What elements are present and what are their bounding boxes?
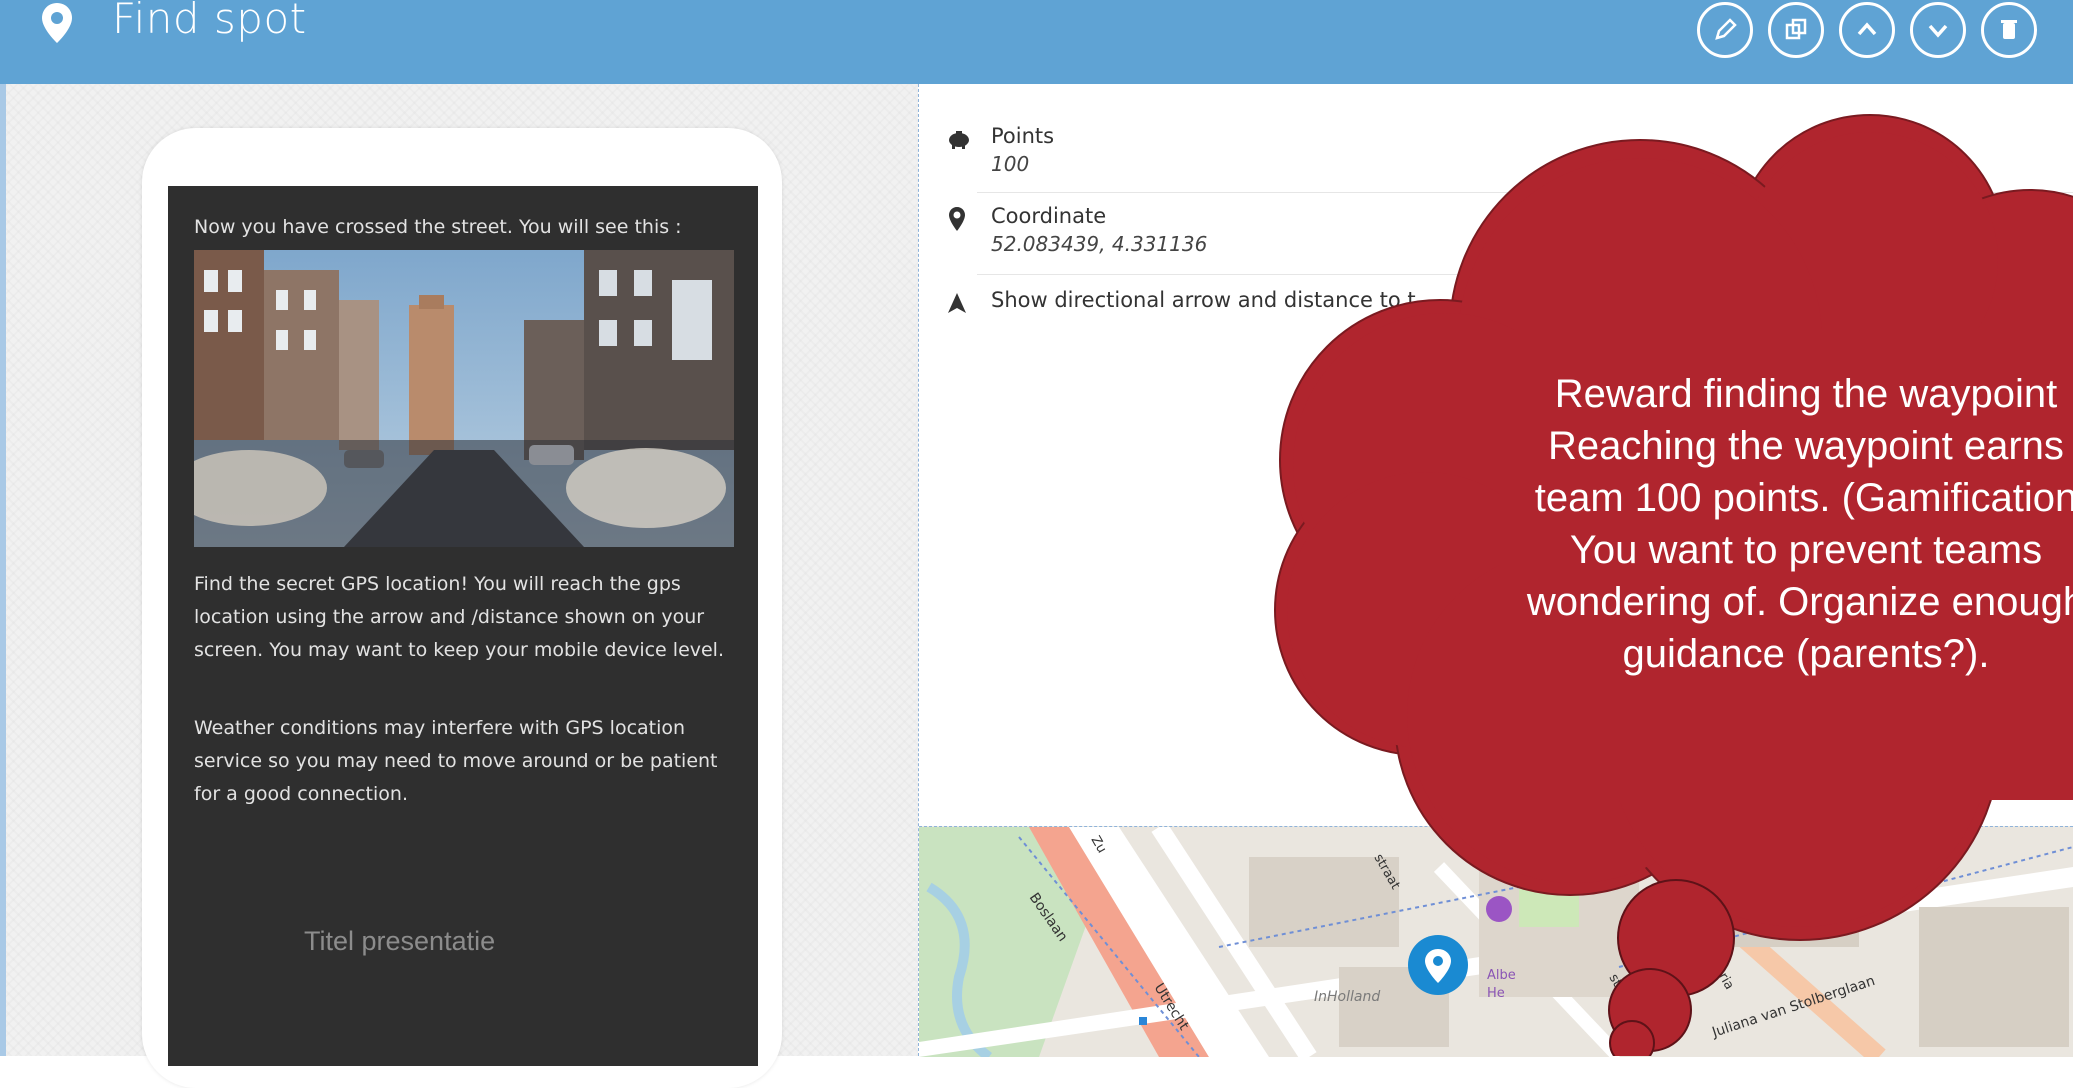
coordinate-label: Coordinate	[991, 204, 1107, 228]
map-marker-icon	[1408, 935, 1468, 995]
points-value: 100	[991, 152, 1030, 176]
piggy-bank-icon	[949, 131, 969, 149]
move-up-button[interactable]	[1839, 2, 1895, 58]
navigation-arrow-icon	[948, 293, 966, 313]
map-label: InHolland	[1314, 989, 1380, 1005]
location-map[interactable]: Boslaan Utrecht InHolland Albe He Julian…	[919, 826, 2073, 1057]
map-pin-icon	[949, 207, 965, 231]
intro-text: Now you have crossed the street. You wil…	[194, 216, 682, 238]
delete-button[interactable]	[1981, 2, 2037, 58]
trash-icon	[2001, 20, 2017, 39]
pencil-icon	[1715, 18, 1737, 40]
points-label: Points	[991, 124, 1055, 148]
divider	[977, 192, 2073, 193]
instructions-paragraph: Find the secret GPS location! You will r…	[194, 573, 725, 661]
chevron-up-icon	[1857, 22, 1877, 36]
street-photo	[194, 250, 734, 547]
chevron-down-icon	[1928, 24, 1948, 38]
phone-screen: Now you have crossed the street. You wil…	[168, 186, 758, 1066]
panel-edge	[0, 84, 6, 1056]
page-title: Find spot	[112, 0, 307, 43]
map-pin-icon	[42, 3, 72, 43]
divider	[977, 274, 2073, 275]
header-bar: Find spot	[0, 0, 2073, 84]
arrow-label: Show directional arrow and distance to t	[991, 288, 1416, 312]
map-label: Albe	[1487, 968, 1516, 983]
move-down-button[interactable]	[1910, 2, 1966, 58]
presentation-title: Titel presentatie	[304, 926, 496, 956]
weather-paragraph: Weather conditions may interfere with GP…	[194, 717, 718, 805]
copy-icon	[1785, 18, 1807, 40]
map-label: He	[1487, 986, 1505, 1001]
coordinate-value: 52.083439, 4.331136	[991, 232, 1208, 256]
edit-button[interactable]	[1697, 2, 1753, 58]
duplicate-button[interactable]	[1768, 2, 1824, 58]
